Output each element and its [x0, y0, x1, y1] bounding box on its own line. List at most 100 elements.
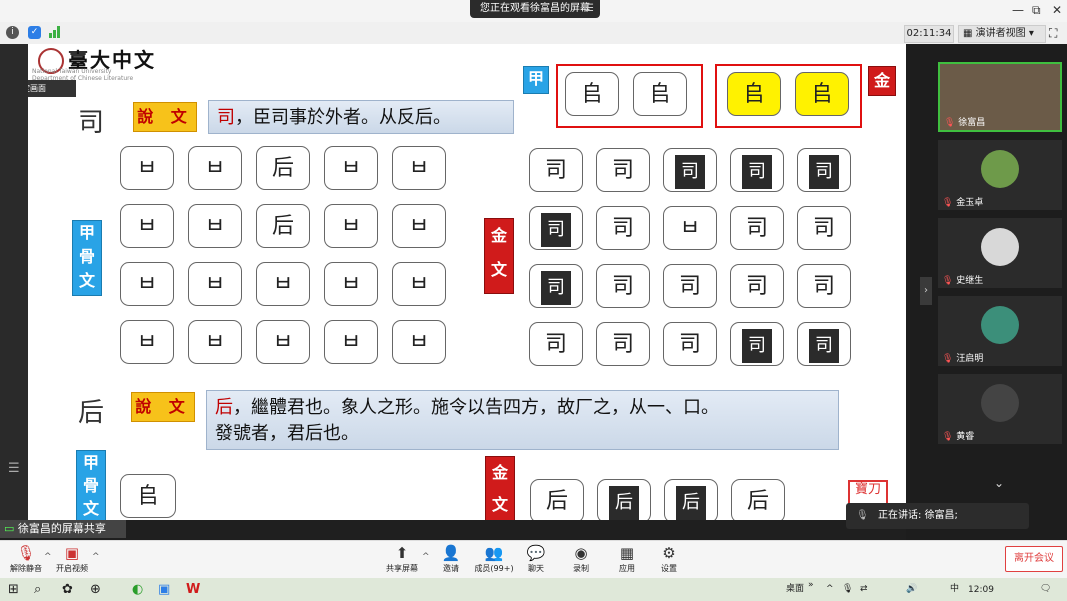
members-label: 成员(99+) [474, 564, 514, 573]
chat-button[interactable]: 💬 聊天 [512, 543, 560, 574]
unmute-button[interactable]: 🎙 解除静音 [2, 543, 50, 574]
fullscreen-icon[interactable]: ⛶ [1049, 26, 1057, 41]
bronze-row2-tile: 后 [664, 479, 718, 520]
microphone-off-icon: 🎙 [942, 432, 957, 442]
volume-icon[interactable]: 🔊 [906, 582, 917, 597]
oracle-glyph-tile: ㅂ [188, 146, 242, 190]
bronze-glyph-tile: 司 [663, 264, 717, 308]
search-icon[interactable]: ⌕ [34, 580, 41, 599]
pin-tooltip-label: 锁定画面 [28, 84, 46, 93]
clock[interactable]: 12:09 [968, 583, 994, 598]
start-video-label: 开启视频 [56, 564, 88, 573]
shield-icon[interactable]: ✓ [28, 26, 41, 39]
minimize-button[interactable]: — [1012, 3, 1024, 17]
windows-start-icon[interactable]: ⊞ [8, 580, 19, 599]
chevron-down-icon[interactable]: ⌄ [994, 476, 1004, 490]
info-icon[interactable]: i [6, 26, 19, 39]
microphone-off-icon: 🎙 [942, 198, 957, 208]
participant-tile[interactable]: 🎙 史继生 [938, 218, 1062, 288]
oracle-glyph-tile: ㅂ [392, 146, 446, 190]
speaker-view-button[interactable]: ▦ 演讲者视图 ▾ [958, 25, 1046, 43]
jinwen-char: 金 [491, 463, 508, 482]
oracle-glyph-tile: ㅂ [392, 262, 446, 306]
participant-tile[interactable]: 🎙 黄睿 [938, 374, 1062, 444]
participant-tile[interactable]: 🎙 汪启明 [938, 296, 1062, 366]
share-screen-label: 共享屏幕 [386, 564, 418, 573]
apps-button[interactable]: ▦ 应用 [603, 543, 651, 574]
apps-icon: ▦ [619, 544, 635, 562]
browser-icon[interactable]: ◐ [132, 580, 143, 599]
avatar [981, 150, 1019, 188]
list-icon[interactable]: ☰ [8, 461, 20, 476]
oracle-row2-tile: 𠂤 [120, 474, 176, 518]
wps-icon[interactable]: W [186, 580, 200, 599]
start-video-button[interactable]: ▣ 开启视频 [48, 543, 96, 574]
chat-icon: 💬 [526, 544, 546, 562]
members-button[interactable]: 👥 成员(99+) [470, 543, 518, 574]
record-button[interactable]: ◉ 录制 [557, 543, 605, 574]
bronze-glyph-rubbing: 后 [676, 486, 706, 520]
invite-label: 邀请 [443, 564, 459, 573]
bronze-row2-tile: 后 [731, 479, 785, 520]
participant-tile[interactable]: 🎙 金玉卓 [938, 140, 1062, 210]
left-toolbar-strip [0, 44, 28, 520]
microphone-icon[interactable]: 🎙 [842, 582, 853, 597]
leave-meeting-button[interactable]: 离开会议 [1005, 546, 1063, 572]
participant-tile[interactable]: 🎙 徐富昌 [938, 62, 1062, 132]
invite-button[interactable]: 👤 邀请 [427, 543, 475, 574]
chevron-right-icon[interactable]: » [808, 578, 814, 593]
notification-icon[interactable]: 🗨 [1040, 582, 1051, 597]
bronze-glyph-tile: 司 [797, 206, 851, 250]
ime-label[interactable]: 中 [950, 582, 959, 597]
oracle-glyph-tile: ㅂ [188, 204, 242, 248]
unmute-label: 解除静音 [10, 564, 42, 573]
bronze-glyph-rubbing: 司 [541, 271, 571, 305]
video-off-icon: ▣ [64, 544, 80, 562]
participant-name: 🎙 汪启明 [942, 351, 983, 364]
bronze-glyph-tile: 司 [663, 148, 717, 192]
avatar [981, 384, 1019, 422]
menu-icon[interactable]: ☰ [585, 0, 594, 18]
meeting-app-icon[interactable]: ▣ [158, 580, 170, 599]
definition-line2: 發號者，君后也。 [215, 423, 359, 444]
jinwen-label-2: 金 文 [485, 456, 515, 520]
add-user-icon: 👤 [441, 544, 461, 562]
speaking-indicator: 🎙 正在讲话: 徐富昌; [846, 503, 1029, 529]
speaking-name: 徐富昌; [924, 510, 958, 521]
oracle-glyph-tile: 后 [256, 204, 310, 248]
share-status-pill[interactable]: 您正在观看徐富昌的屏幕 ☰ [470, 0, 600, 18]
bronze-glyph-tile: 司 [730, 264, 784, 308]
share-screen-button[interactable]: ⬆ 共享屏幕 [378, 543, 426, 574]
section2-char: 后 [78, 398, 105, 428]
close-button[interactable]: ✕ [1052, 3, 1062, 17]
restore-button[interactable]: ⧉ [1032, 3, 1041, 18]
oracle-glyph-tile: ㅂ [324, 204, 378, 248]
settings-button[interactable]: ⚙ 设置 [645, 543, 693, 574]
oracle-glyph-tile: ㅂ [392, 204, 446, 248]
pin-tooltip[interactable]: ⊥锁定画面 [28, 80, 76, 97]
bronze-glyph-tile: 司 [596, 264, 650, 308]
zoom-search-icon[interactable]: ⊕ [90, 580, 101, 599]
tray-chevron-up-icon[interactable]: ^ [826, 582, 834, 597]
jin-frame: 𠂤 𠂤 [715, 64, 862, 128]
signal-icon[interactable] [49, 26, 61, 38]
network-icon[interactable]: ⇄ [860, 582, 868, 597]
screen-share-text: 徐富昌的屏幕共享 [17, 522, 106, 535]
settings-label: 设置 [661, 564, 677, 573]
participant-name: 🎙 徐富昌 [944, 115, 985, 128]
microphone-off-icon: 🎙 [944, 118, 959, 128]
jin-label: 金 [868, 66, 896, 96]
screen-share-label: ▭ 徐富昌的屏幕共享 [0, 520, 126, 538]
desktop-label[interactable]: 桌面 [786, 582, 804, 597]
jin-top-tile: 𠂤 [795, 72, 849, 116]
oracle-glyph-tile: ㅂ [188, 262, 242, 306]
bronze-glyph-tile: 司 [596, 322, 650, 366]
app-icon[interactable]: ✿ [62, 580, 73, 599]
bronze-row2-tile: 后 [530, 479, 584, 520]
bronze-glyph-rubbing: 司 [742, 329, 772, 363]
jinwen-char: 文 [491, 495, 508, 514]
chevron-up-icon[interactable]: ^ [92, 552, 100, 562]
logo-en-line1: National Taiwan University [32, 68, 112, 75]
apps-label: 应用 [619, 564, 635, 573]
chevron-right-icon[interactable]: › [920, 277, 932, 305]
